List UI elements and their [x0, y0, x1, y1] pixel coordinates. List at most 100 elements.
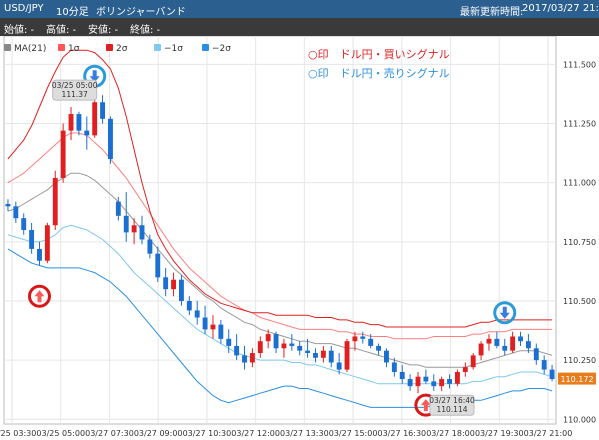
- candle-body: [320, 350, 326, 358]
- chart-window: USD/JPY 10分足 ボリンジャーバンド 最新更新時間: 2017/03/2…: [0, 0, 599, 440]
- candle-body: [297, 345, 303, 351]
- high-label: 高値: -: [46, 25, 77, 36]
- ohlc-bar: 始値: - 高値: - 安値: - 終値: -: [0, 18, 599, 36]
- legend-label: −1σ: [164, 44, 183, 54]
- x-tick-label: 03/27 21:00: [524, 429, 573, 438]
- candle-body: [194, 310, 200, 318]
- candle-body: [273, 334, 279, 349]
- candle-body: [60, 130, 66, 178]
- candle-body: [336, 362, 342, 370]
- candle-body: [447, 379, 452, 384]
- candle-body: [541, 360, 547, 370]
- x-tick-label: 03/25 03:30: [0, 429, 36, 438]
- x-tick-label: 03/27 18:00: [426, 429, 475, 438]
- buy-signal-note: ○印 ドル円・買いシグナル: [308, 48, 450, 61]
- candle-body: [115, 201, 121, 216]
- candle-body: [352, 336, 358, 342]
- candle-body: [391, 362, 397, 372]
- candle-body: [139, 225, 145, 240]
- candle-body: [242, 355, 247, 363]
- legend-label: 2σ: [116, 44, 128, 54]
- legend-label: −2σ: [212, 44, 231, 54]
- candle-body: [289, 343, 295, 346]
- candle-body: [76, 114, 82, 131]
- x-tick-label: 03/27 12:00: [231, 429, 280, 438]
- y-tick-label: 110.250: [563, 356, 596, 365]
- legend-swatch: [58, 44, 65, 51]
- updated-label: 最新更新時間:: [460, 7, 524, 18]
- x-tick-label: 03/27 10:30: [183, 429, 232, 438]
- indicator-label: ボリンジャーバンド: [96, 7, 186, 18]
- x-tick-label: 03/25 05:00: [36, 429, 85, 438]
- candle-body: [100, 102, 106, 119]
- legend-label: 1σ: [68, 44, 80, 54]
- close-label: 終値: -: [130, 25, 161, 36]
- y-tick-label: 111.250: [563, 120, 596, 129]
- candle-body: [510, 336, 516, 351]
- candlestick-chart: 110.000 110.250 110.500 110.750 111.000 111.2…: [0, 36, 596, 438]
- candle-body: [454, 371, 460, 384]
- candle-body: [44, 225, 50, 261]
- y-tick-label: 110.000: [563, 415, 596, 424]
- candle-body: [265, 334, 271, 342]
- legend-swatch: [4, 44, 11, 51]
- candle-body: [439, 379, 445, 387]
- candle-body: [478, 343, 484, 356]
- candle-body: [123, 215, 129, 233]
- high-callout-value: 111.37: [62, 90, 88, 99]
- legend-label: MA(21): [14, 44, 46, 54]
- candle-body: [376, 345, 382, 351]
- candle-body: [368, 338, 374, 346]
- x-tick-label: 03/27 16:30: [377, 429, 426, 438]
- high-callout-time: 03/25 05:00: [52, 81, 98, 90]
- candle-body: [305, 350, 311, 354]
- candle-body: [518, 336, 523, 342]
- candle-body: [13, 206, 19, 219]
- candle-body: [52, 177, 58, 226]
- candle-body: [29, 230, 35, 249]
- candle-body: [163, 277, 169, 290]
- candle-body: [494, 338, 500, 346]
- sell-signal-note: ○印 ドル円・売りシグナル: [308, 67, 450, 80]
- candle-body: [431, 381, 437, 387]
- candle-body: [313, 353, 318, 358]
- candle-body: [423, 376, 429, 382]
- candle-body: [84, 130, 90, 136]
- low-callout-value: 110.114: [436, 405, 467, 414]
- candle-body: [5, 203, 11, 207]
- candle-body: [462, 367, 468, 372]
- candle-body: [234, 345, 240, 356]
- candle-body: [486, 338, 492, 344]
- candle-body: [360, 336, 366, 339]
- candle-body: [210, 324, 216, 330]
- candle-body: [226, 338, 232, 346]
- candle-body: [502, 345, 508, 351]
- candle-body: [407, 379, 413, 387]
- candle-body: [218, 324, 224, 339]
- candle-body: [186, 300, 192, 311]
- candle-body: [415, 376, 421, 387]
- open-label: 始値: -: [4, 25, 35, 36]
- candle-body: [108, 118, 113, 160]
- current-price-label: 110.172: [560, 375, 593, 384]
- candle-body: [470, 355, 476, 368]
- y-tick-label: 110.500: [563, 297, 596, 306]
- candle-body: [155, 253, 161, 278]
- candle-body: [328, 350, 334, 363]
- low-callout-time: 03/27 16:40: [429, 396, 475, 405]
- candle-body: [147, 239, 153, 254]
- candle-body: [92, 102, 98, 136]
- candle-body: [525, 341, 531, 349]
- symbol-label: USD/JPY: [4, 3, 44, 14]
- candle-body: [344, 341, 350, 370]
- candle-body: [249, 353, 255, 363]
- legend-swatch: [202, 44, 209, 51]
- candle-body: [202, 317, 208, 330]
- y-tick-label: 111.000: [563, 179, 596, 188]
- x-tick-label: 03/27 09:00: [134, 429, 183, 438]
- legend-swatch: [154, 44, 161, 51]
- x-tick-label: 03/27 15:00: [329, 429, 378, 438]
- candle-body: [21, 218, 27, 230]
- candle-body: [257, 341, 263, 354]
- candle-body: [533, 348, 539, 361]
